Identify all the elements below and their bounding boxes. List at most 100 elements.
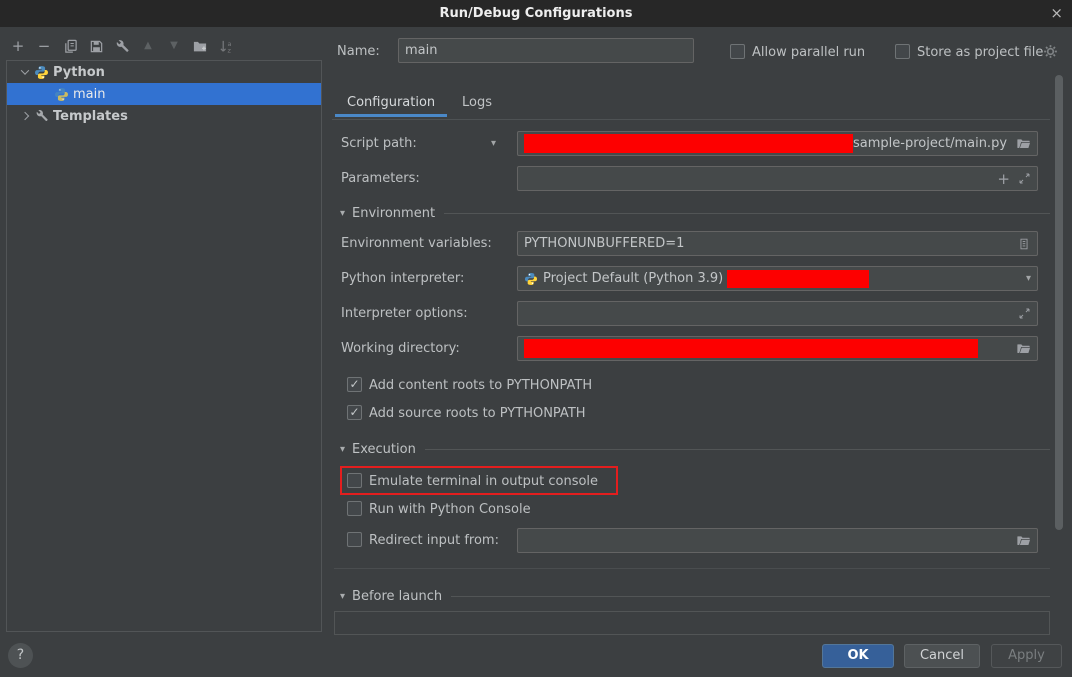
tab-logs[interactable]: Logs [462,95,492,110]
configurations-toolbar: + − ▲ ▼ az [10,37,234,55]
new-folder-icon[interactable] [192,38,208,54]
tab-separator [332,119,1050,120]
window-title: Run/Debug Configurations [0,0,1072,27]
tree-item-label: main [73,87,105,102]
sort-alphabetically-icon[interactable]: az [218,38,234,54]
python-logo-icon [53,87,70,102]
folder-icon[interactable] [1016,342,1031,356]
tree-item-label: Python [53,65,105,80]
window-titlebar: Run/Debug Configurations × [0,0,1072,27]
folder-icon[interactable] [1016,137,1031,151]
add-configuration-icon[interactable]: + [10,38,26,54]
tree-item-main[interactable]: main [7,83,321,105]
move-down-icon[interactable]: ▼ [166,38,182,54]
name-input[interactable]: main [398,38,694,63]
add-source-roots-checkbox[interactable]: ✓ [347,405,362,420]
section-title: Execution [352,442,416,457]
environment-variables-input[interactable]: PYTHONUNBUFFERED=1 [517,231,1038,256]
run-debug-configurations-dialog: Run/Debug Configurations × + − ▲ ▼ az [0,0,1072,677]
execution-section-header[interactable]: ▾ Execution [340,442,1050,457]
remove-configuration-icon[interactable]: − [36,38,52,54]
before-launch-section-header[interactable]: ▾ Before launch [340,589,1050,604]
before-launch-task-list[interactable] [334,611,1050,635]
emulate-terminal-checkbox[interactable]: ✓ [347,473,362,488]
store-as-project-file-checkbox[interactable]: ✓ [895,44,910,59]
section-collapse-icon: ▾ [340,444,345,455]
interpreter-options-label: Interpreter options: [341,306,468,322]
run-with-python-console-label[interactable]: Run with Python Console [369,501,531,518]
redirect-input-checkbox[interactable]: ✓ [347,532,362,547]
expand-icon[interactable] [1018,172,1031,185]
check-icon: ✓ [349,378,359,391]
tree-item-templates[interactable]: Templates [7,105,321,127]
scrollbar-thumb[interactable] [1055,75,1063,530]
add-content-roots-checkbox[interactable]: ✓ [347,377,362,392]
allow-parallel-run-label[interactable]: Allow parallel run [752,44,865,61]
chevron-right-icon[interactable] [17,113,33,119]
folder-icon[interactable] [1016,534,1031,548]
section-divider [425,449,1050,450]
python-logo-icon [33,65,50,80]
redaction-bar [727,270,869,288]
section-collapse-icon: ▾ [340,208,345,219]
save-configuration-icon[interactable] [88,38,104,54]
name-label: Name: [337,44,380,60]
configurations-tree: Python main Templates [6,60,322,632]
dropdown-arrow-icon[interactable]: ▾ [1026,273,1031,284]
name-input-value: main [405,43,437,58]
store-as-project-file-label[interactable]: Store as project file [917,44,1043,61]
parameters-label: Parameters: [341,171,420,187]
redaction-bar [524,134,853,153]
script-path-value: sample-project/main.py [853,136,1007,151]
section-title: Environment [352,206,435,221]
redirect-input-file-input[interactable] [517,528,1038,553]
add-macro-icon[interactable]: + [997,170,1010,188]
wrench-icon [33,109,50,123]
environment-section-header[interactable]: ▾ Environment [340,206,1050,221]
add-source-roots-label[interactable]: Add source roots to PYTHONPATH [369,405,586,422]
script-path-label: Script path: [341,136,417,152]
working-directory-label: Working directory: [341,341,460,357]
python-interpreter-select[interactable]: Project Default (Python 3.9) ▾ [517,266,1038,291]
environment-variables-label: Environment variables: [341,236,492,252]
copy-configuration-icon[interactable] [62,38,78,54]
tab-configuration[interactable]: Configuration [347,95,435,110]
edit-templates-icon[interactable] [114,38,130,54]
gear-icon[interactable] [1043,44,1058,59]
tree-item-python[interactable]: Python [7,61,321,83]
environment-variables-value: PYTHONUNBUFFERED=1 [524,236,684,251]
move-up-icon[interactable]: ▲ [140,38,156,54]
cancel-button[interactable]: Cancel [904,644,980,668]
redaction-bar [524,339,978,358]
section-title: Before launch [352,589,442,604]
chevron-down-icon[interactable] [17,69,33,75]
section-divider [451,596,1050,597]
script-path-input[interactable]: sample-project/main.py [517,131,1038,156]
close-icon[interactable]: × [1050,0,1063,26]
python-logo-icon [524,272,538,286]
add-content-roots-label[interactable]: Add content roots to PYTHONPATH [369,377,592,394]
parameters-input[interactable]: + [517,166,1038,191]
redirect-input-label[interactable]: Redirect input from: [369,532,499,549]
run-with-python-console-checkbox[interactable]: ✓ [347,501,362,516]
script-path-dropdown-icon[interactable]: ▾ [491,138,496,149]
active-tab-underline [335,114,447,117]
python-interpreter-value: Project Default (Python 3.9) [543,271,723,286]
svg-text:z: z [227,46,231,53]
expand-icon[interactable] [1018,307,1031,320]
tree-item-label: Templates [53,109,128,124]
content-divider [334,568,1050,569]
python-interpreter-label: Python interpreter: [341,271,464,287]
working-directory-input[interactable] [517,336,1038,361]
check-icon: ✓ [349,406,359,419]
vertical-scrollbar [1054,68,1064,538]
list-icon[interactable] [1017,237,1031,251]
allow-parallel-run-checkbox[interactable]: ✓ [730,44,745,59]
help-button[interactable]: ? [8,643,33,668]
apply-button[interactable]: Apply [991,644,1062,668]
section-divider [444,213,1050,214]
section-collapse-icon: ▾ [340,591,345,602]
ok-button[interactable]: OK [822,644,894,668]
emulate-terminal-label[interactable]: Emulate terminal in output console [369,473,598,490]
interpreter-options-input[interactable] [517,301,1038,326]
